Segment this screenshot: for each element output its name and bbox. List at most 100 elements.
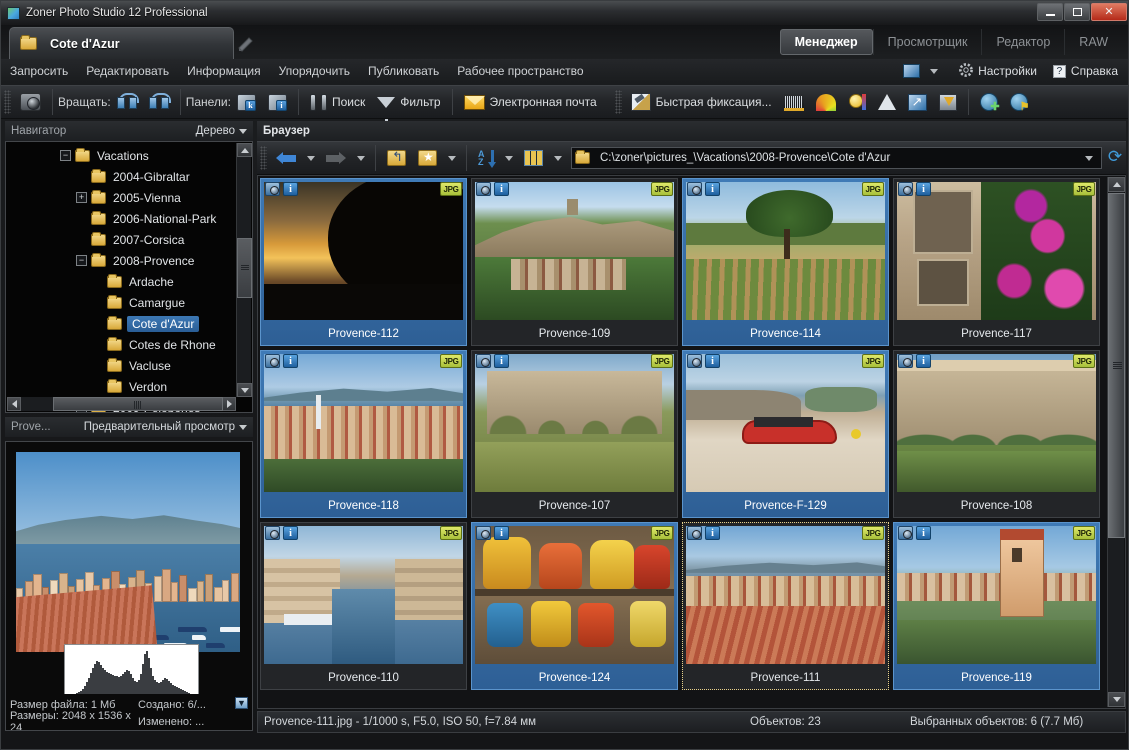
favorites-button[interactable] [412, 144, 443, 172]
grid-scroll-thumb[interactable] [1108, 193, 1125, 538]
rotate-right-button[interactable] [143, 88, 175, 116]
thumbnail-item[interactable]: i JPG Provence-111 [682, 522, 889, 690]
histogram-button[interactable] [778, 88, 810, 116]
info-badge-icon[interactable]: i [916, 526, 931, 540]
toolbar-grip[interactable] [4, 90, 11, 114]
back-history-chevron-icon[interactable] [307, 155, 315, 161]
back-button[interactable] [270, 144, 302, 172]
refresh-button[interactable]: ⟳ [1104, 147, 1126, 169]
save-button[interactable] [933, 88, 963, 116]
address-bar[interactable]: C:\zoner\pictures_\Vacations\2008-Proven… [571, 147, 1102, 169]
acquire-camera-button[interactable] [14, 88, 47, 116]
tree-horizontal-scrollbar[interactable] [7, 397, 236, 411]
info-badge-icon[interactable]: i [494, 526, 509, 540]
forward-button[interactable] [320, 144, 352, 172]
thumbnail-item[interactable]: i JPG Provence-F-129 [682, 350, 889, 518]
thumbnail-item[interactable]: i JPG Provence-119 [893, 522, 1100, 690]
tab-editor[interactable]: Редактор [981, 29, 1064, 55]
minimize-button[interactable] [1037, 3, 1063, 21]
tree-item-cotes-de-rhone[interactable]: Cotes de Rhone [6, 334, 238, 355]
add-gps-button[interactable]: ✚ [974, 88, 1004, 116]
folder-up-button[interactable] [381, 144, 412, 172]
info-badge-icon[interactable]: i [283, 526, 298, 540]
sort-chevron-icon[interactable] [505, 155, 513, 161]
camera-badge-icon[interactable] [265, 526, 280, 540]
menu-item-edit[interactable]: Редактировать [77, 59, 178, 83]
camera-badge-icon[interactable] [687, 526, 702, 540]
camera-badge-icon[interactable] [898, 354, 913, 368]
info-badge-icon[interactable]: i [916, 182, 931, 196]
info-badge-icon[interactable]: i [705, 182, 720, 196]
camera-badge-icon[interactable] [265, 354, 280, 368]
camera-badge-icon[interactable] [265, 182, 280, 196]
tree-item-camargue[interactable]: Camargue [6, 292, 238, 313]
navigator-mode-dropdown[interactable]: Дерево [196, 125, 247, 137]
tree-item-2008-provence[interactable]: − 2008-Provence [6, 250, 238, 271]
favorites-chevron-icon[interactable] [448, 155, 456, 161]
tree-item-2007-corsica[interactable]: 2007-Corsica [6, 229, 238, 250]
settings-button[interactable]: Настройки [953, 57, 1043, 85]
thumbnail-item[interactable]: i JPG Provence-117 [893, 178, 1100, 346]
document-tab-cote-dazur[interactable]: Cote d'Azur [9, 27, 234, 59]
rotate-left-button[interactable] [111, 88, 143, 116]
search-button[interactable]: Поиск [304, 88, 371, 116]
scroll-right-button[interactable] [222, 397, 236, 411]
camera-badge-icon[interactable] [476, 526, 491, 540]
tab-viewer[interactable]: Просмотрщик [872, 29, 982, 55]
camera-badge-icon[interactable] [898, 526, 913, 540]
browser-toolbar-grip[interactable] [260, 146, 267, 170]
thumbnail-item[interactable]: i JPG Provence-112 [260, 178, 467, 346]
tree-item-vacluse[interactable]: Vacluse [6, 355, 238, 376]
tree-item-cote-d-azur[interactable]: Cote d'Azur [6, 313, 238, 334]
email-button[interactable]: Электронная почта [458, 88, 603, 116]
tree-expander[interactable]: − [60, 150, 71, 161]
tree-item-2004-gibraltar[interactable]: 2004-Gibraltar [6, 166, 238, 187]
tree-item-ardache[interactable]: Ardache [6, 271, 238, 292]
maximize-button[interactable] [1064, 3, 1090, 21]
camera-badge-icon[interactable] [476, 182, 491, 196]
tree-expander[interactable]: + [76, 192, 87, 203]
close-button[interactable]: ✕ [1091, 3, 1127, 21]
scroll-thumb[interactable] [237, 238, 252, 298]
tree-expander[interactable]: − [76, 255, 87, 266]
info-badge-icon[interactable]: i [283, 182, 298, 196]
thumbnail-grid[interactable]: i JPG Provence-112 i JPG Provence-109 i JPG Pr… [257, 175, 1126, 709]
scroll-left-button[interactable] [7, 397, 21, 411]
thumbnail-item[interactable]: i JPG Provence-109 [471, 178, 678, 346]
camera-badge-icon[interactable] [687, 182, 702, 196]
grid-vertical-scrollbar[interactable] [1107, 177, 1125, 707]
colors-button[interactable] [810, 88, 842, 116]
thumbnail-item[interactable]: i JPG Provence-107 [471, 350, 678, 518]
tree-item-2006-national-park[interactable]: 2006-National-Park [6, 208, 238, 229]
expand-info-icon[interactable]: ▼ [235, 697, 248, 709]
thumbnail-item[interactable]: i JPG Provence-108 [893, 350, 1100, 518]
tree-item-vacations[interactable]: − Vacations [6, 145, 238, 166]
view-mode-chevron-icon[interactable] [554, 155, 562, 161]
toolbar-grip-2[interactable] [614, 90, 622, 114]
tab-manager[interactable]: Менеджер [779, 29, 873, 55]
filter-button[interactable]: Фильтр [371, 88, 446, 124]
sort-button[interactable]: AZ [472, 144, 500, 172]
tree-vertical-scrollbar[interactable] [236, 143, 252, 397]
menu-item-publish[interactable]: Публиковать [359, 59, 448, 83]
address-chevron-icon[interactable] [1085, 155, 1093, 161]
scroll-down-button[interactable] [237, 383, 252, 397]
scroll-thumb-h[interactable] [53, 397, 223, 411]
preview-panel[interactable]: Размер файла: 1 Мб Создано: 6/... Размер… [5, 441, 253, 731]
info-badge-icon[interactable]: i [705, 354, 720, 368]
sharpen-button[interactable] [872, 88, 902, 116]
folder-tree[interactable]: − Vacations 2004-Gibraltar +2005-Vienna 2006… [5, 141, 253, 413]
forward-history-chevron-icon[interactable] [357, 155, 365, 161]
camera-badge-icon[interactable] [687, 354, 702, 368]
tree-item-verdon[interactable]: Verdon [6, 376, 238, 397]
menu-item-organize[interactable]: Упорядочить [270, 59, 359, 83]
thumbnail-item[interactable]: i JPG Provence-114 [682, 178, 889, 346]
menu-item-workspace[interactable]: Рабочее пространство [448, 59, 592, 83]
info-badge-icon[interactable]: i [916, 354, 931, 368]
menu-item-information[interactable]: Информация [178, 59, 269, 83]
camera-badge-icon[interactable] [898, 182, 913, 196]
quick-fix-button[interactable]: Быстрая фиксация... [625, 88, 778, 116]
panel-info-button[interactable]: i [262, 88, 293, 116]
view-mode-button[interactable] [518, 144, 549, 172]
info-badge-icon[interactable]: i [494, 354, 509, 368]
